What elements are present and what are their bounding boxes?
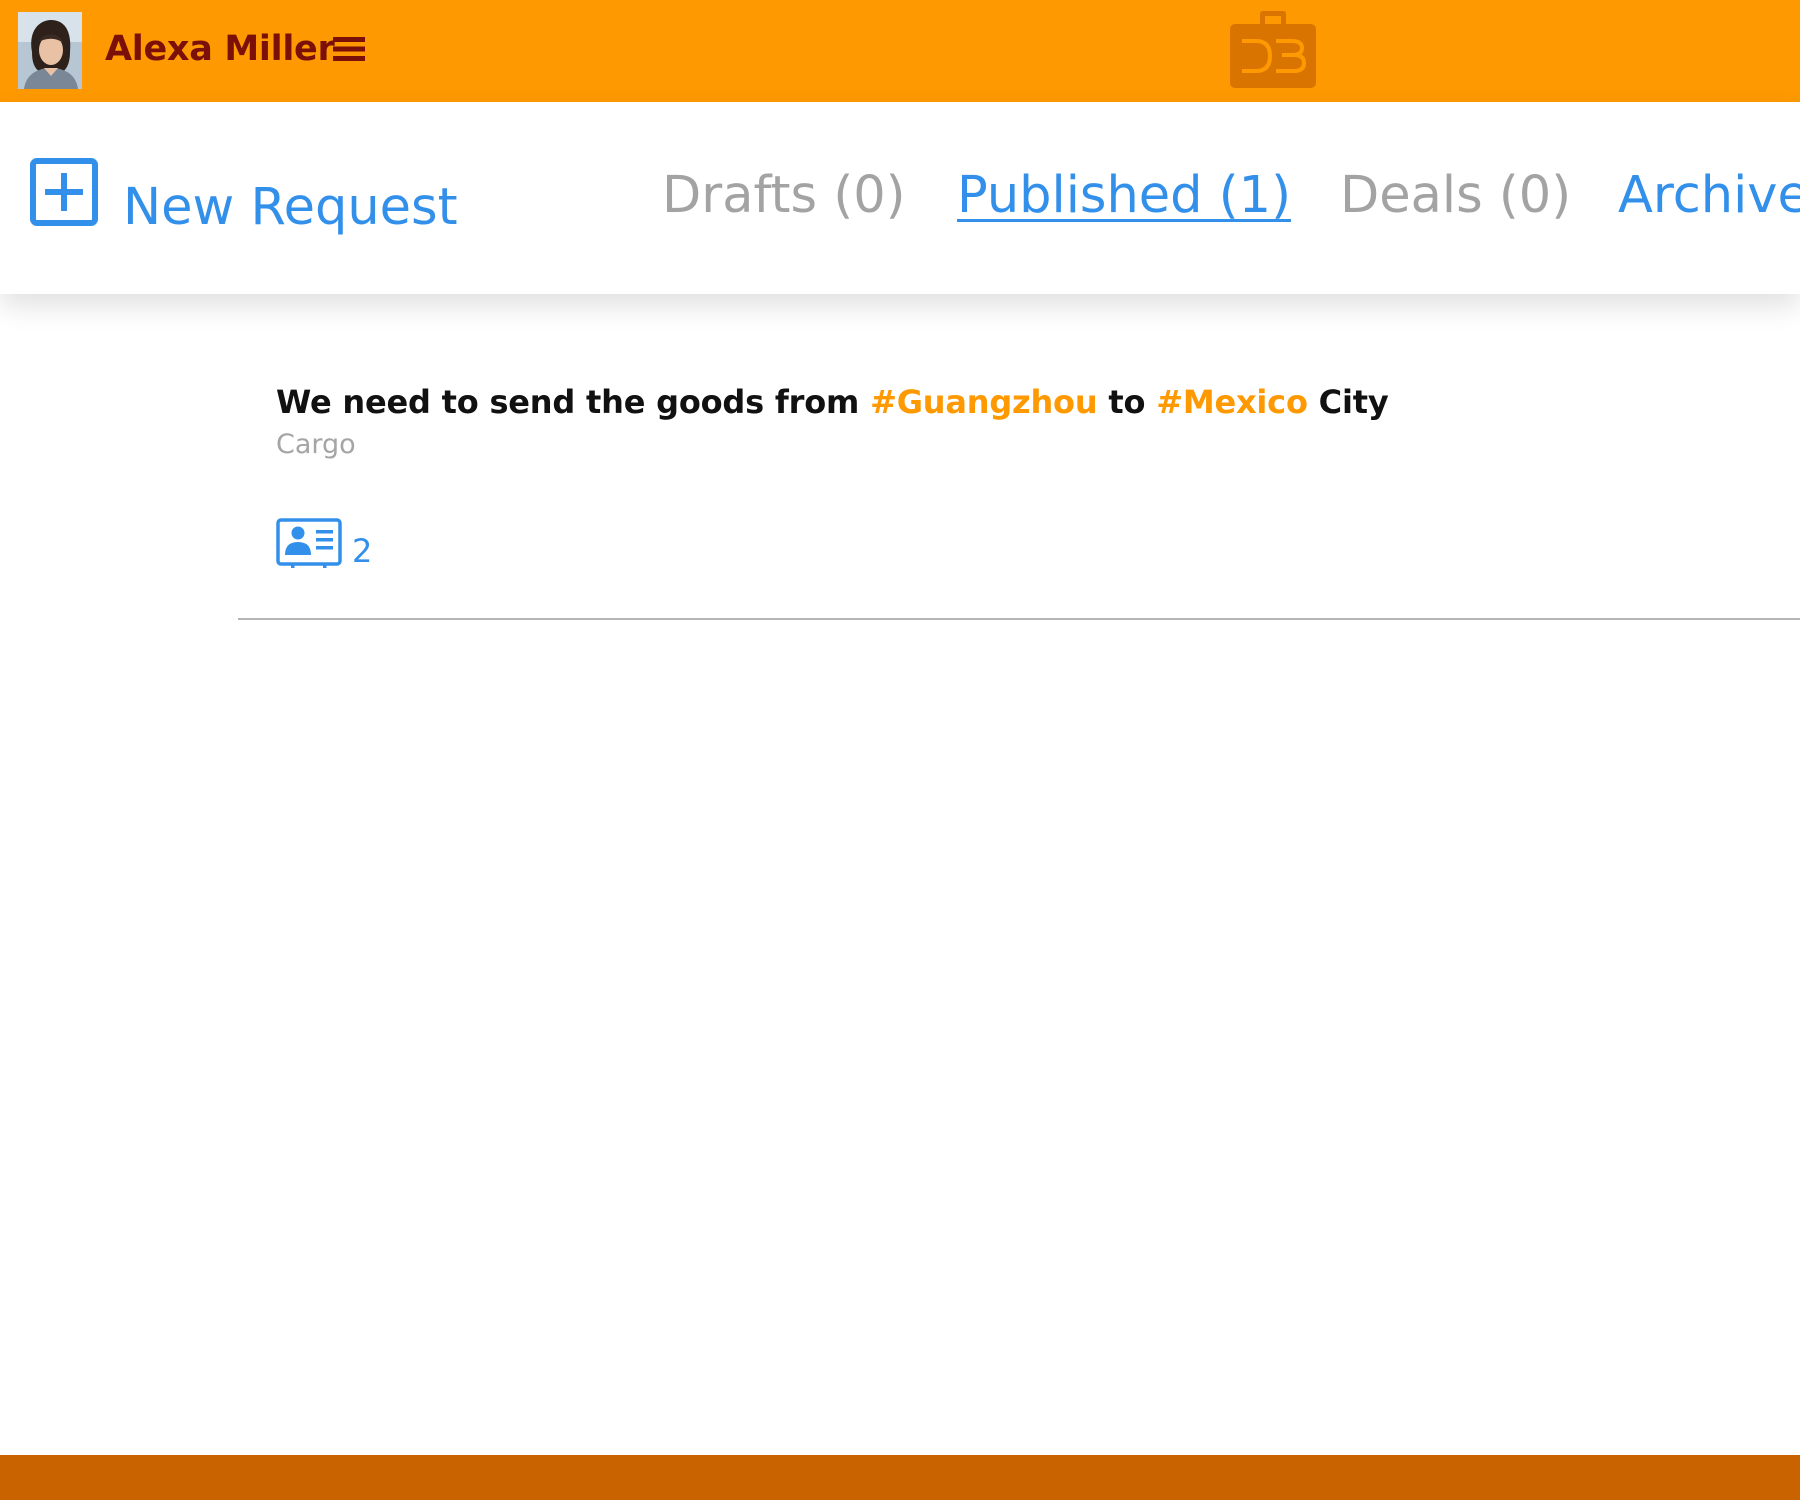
request-category: Cargo	[276, 429, 356, 460]
contacts-count: 2	[352, 532, 373, 570]
hamburger-menu-icon[interactable]	[333, 35, 365, 63]
request-title-text: We need to send the goods from	[276, 383, 871, 421]
plus-square-icon	[30, 158, 98, 226]
hashtag-destination[interactable]: #Mexico	[1156, 383, 1308, 421]
request-title-text: City	[1307, 383, 1389, 421]
tab-deals[interactable]: Deals (0)	[1340, 164, 1571, 228]
tab-published[interactable]: Published (1)	[957, 164, 1291, 228]
new-request-label: New Request	[123, 178, 458, 237]
avatar[interactable]	[18, 12, 82, 89]
request-item[interactable]: We need to send the goods from #Guangzho…	[238, 370, 1800, 620]
tab-drafts[interactable]: Drafts (0)	[662, 164, 906, 228]
hashtag-origin[interactable]: #Guangzhou	[870, 383, 1098, 421]
toolbar: New Request Drafts (0) Published (1) Dea…	[0, 102, 1800, 294]
user-avatar-icon	[18, 12, 82, 89]
footer-bar	[0, 1455, 1800, 1500]
tab-archive[interactable]: Archive	[1618, 164, 1800, 228]
user-name[interactable]: Alexa Miller	[105, 27, 335, 71]
request-title[interactable]: We need to send the goods from #Guangzho…	[276, 382, 1389, 422]
top-bar: Alexa Miller	[0, 0, 1800, 102]
request-title-text: to	[1097, 383, 1157, 421]
briefcase-logo-icon[interactable]	[1230, 10, 1316, 88]
contact-card-icon	[276, 518, 342, 568]
